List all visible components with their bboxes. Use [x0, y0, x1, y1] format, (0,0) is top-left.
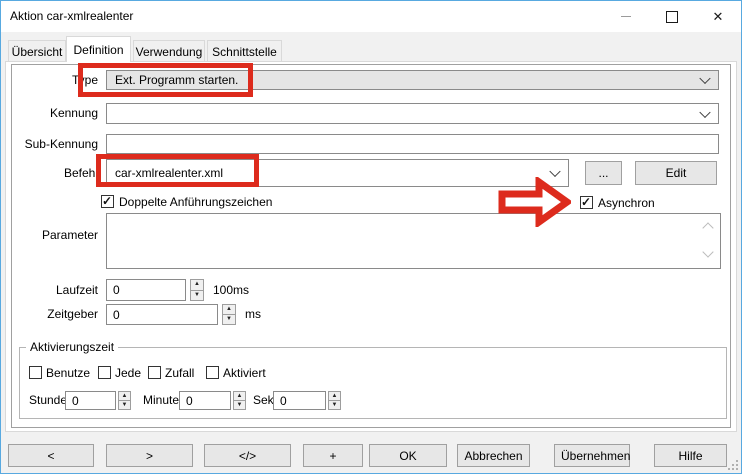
uebernehmen-button[interactable]: Übernehmen: [554, 444, 630, 467]
tab-schnittstelle[interactable]: Schnittstelle: [207, 40, 282, 62]
spinner-up-icon[interactable]: ▲: [222, 304, 236, 315]
kennung-select[interactable]: [106, 103, 719, 124]
zufall-label: Zufall: [165, 366, 194, 380]
zeitgeber-spinner: ▲ ▼: [222, 304, 236, 325]
stunde-label: Stunde: [29, 391, 67, 410]
chevron-down-icon: [699, 106, 710, 117]
asynchron-label: Asynchron: [598, 196, 655, 210]
asynchron-checkbox[interactable]: [580, 196, 593, 209]
sek-spinner: ▲ ▼: [328, 391, 341, 410]
scroll-up-icon[interactable]: [702, 222, 713, 233]
zufall-checkbox[interactable]: [148, 366, 161, 379]
edit-button[interactable]: Edit: [635, 161, 717, 185]
jede-label: Jede: [115, 366, 141, 380]
nav-back-button[interactable]: <: [8, 444, 94, 467]
benutze-label: Benutze: [46, 366, 90, 380]
resize-grip[interactable]: [727, 459, 738, 470]
parameter-label: Parameter: [8, 213, 98, 257]
zeitgeber-label: Zeitgeber: [8, 304, 98, 325]
spinner-up-icon[interactable]: ▲: [118, 391, 131, 401]
spinner-up-icon[interactable]: ▲: [328, 391, 341, 401]
stunde-spinner: ▲ ▼: [118, 391, 131, 410]
parameter-textarea[interactable]: [106, 213, 721, 269]
spinner-down-icon[interactable]: ▼: [190, 291, 204, 302]
nav-forward-button[interactable]: >: [106, 444, 193, 467]
minimize-button[interactable]: [603, 1, 649, 32]
jede-checkbox[interactable]: [98, 366, 111, 379]
spinner-down-icon[interactable]: ▼: [328, 401, 341, 410]
type-select[interactable]: Ext. Programm starten.: [106, 70, 719, 90]
close-icon: ✕: [713, 10, 724, 23]
browse-button[interactable]: ...: [585, 161, 622, 185]
ok-button[interactable]: OK: [369, 444, 447, 467]
befehl-select[interactable]: car-xmlrealenter.xml: [106, 159, 569, 187]
sek-input[interactable]: [273, 391, 326, 410]
tab-verwendung[interactable]: Verwendung: [133, 40, 205, 62]
abbrechen-button[interactable]: Abbrechen: [457, 444, 530, 467]
aktiviert-checkbox[interactable]: [206, 366, 219, 379]
sub-kennung-label: Sub-Kennung: [8, 134, 98, 154]
minute-label: Minute: [143, 391, 179, 410]
stunde-input[interactable]: [65, 391, 116, 410]
zeitgeber-input[interactable]: [106, 304, 218, 325]
maximize-button[interactable]: [649, 1, 695, 32]
add-button[interactable]: +: [303, 444, 363, 467]
minute-spinner: ▲ ▼: [233, 391, 246, 410]
benutze-checkbox[interactable]: [29, 366, 42, 379]
window-title: Aktion car-xmlrealenter: [10, 1, 133, 32]
titlebar: Aktion car-xmlrealenter ✕: [1, 1, 741, 32]
type-label: Type: [8, 70, 98, 90]
laufzeit-input[interactable]: [106, 279, 186, 301]
befehl-label: Befehl: [8, 159, 98, 187]
minute-input[interactable]: [179, 391, 231, 410]
tab-bar: Übersicht Definition Verwendung Schnitts…: [1, 32, 741, 62]
doppelte-checkbox[interactable]: [101, 195, 114, 208]
spinner-up-icon[interactable]: ▲: [233, 391, 246, 401]
chevron-down-icon: [549, 166, 560, 177]
scroll-down-icon[interactable]: [702, 246, 713, 257]
maximize-icon: [666, 11, 678, 23]
zeitgeber-unit: ms: [245, 304, 261, 325]
spinner-down-icon[interactable]: ▼: [233, 401, 246, 410]
laufzeit-spinner: ▲ ▼: [190, 279, 204, 301]
befehl-value: car-xmlrealenter.xml: [115, 166, 223, 180]
close-button[interactable]: ✕: [695, 1, 741, 32]
sub-kennung-input[interactable]: [106, 134, 719, 154]
aktivierungszeit-title: Aktivierungszeit: [26, 340, 118, 354]
doppelte-label: Doppelte Anführungszeichen: [119, 195, 272, 209]
aktiviert-label: Aktiviert: [223, 366, 266, 380]
tab-definition[interactable]: Definition: [66, 36, 131, 62]
type-value: Ext. Programm starten.: [115, 73, 238, 87]
laufzeit-unit: 100ms: [213, 279, 249, 301]
spinner-up-icon[interactable]: ▲: [190, 279, 204, 291]
spinner-down-icon[interactable]: ▼: [222, 315, 236, 325]
minimize-icon: [621, 16, 631, 17]
hilfe-button[interactable]: Hilfe: [654, 444, 727, 467]
tab-uebersicht[interactable]: Übersicht: [8, 40, 66, 62]
dialog-window: Aktion car-xmlrealenter ✕ Übersicht Defi…: [0, 0, 742, 474]
laufzeit-label: Laufzeit: [8, 279, 98, 301]
code-view-button[interactable]: </>: [204, 444, 291, 467]
spinner-down-icon[interactable]: ▼: [118, 401, 131, 410]
kennung-label: Kennung: [8, 103, 98, 124]
chevron-down-icon: [699, 73, 710, 84]
